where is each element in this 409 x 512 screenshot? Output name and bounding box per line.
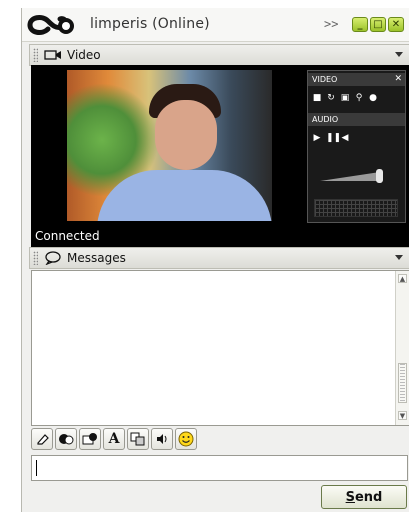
stamp-icon[interactable] [55, 428, 77, 450]
audio-controls-label: AUDIO [312, 115, 339, 124]
video-controls: VIDEO ✕ ■ ↻ ▣ ⚲ ● AUDIO ▶ ❚❚ ◀ [307, 70, 406, 223]
window-title: limperis (Online) [90, 16, 210, 32]
video-controls-header: VIDEO [308, 73, 405, 86]
eraser-icon[interactable] [31, 428, 53, 450]
expand-button[interactable]: >> [324, 17, 338, 31]
refresh-icon[interactable]: ↻ [326, 93, 336, 103]
title-bar: limperis (Online) >> _ □ ✕ [22, 8, 409, 42]
message-input[interactable] [31, 455, 408, 481]
audio-buttons-row: ▶ ❚❚ ◀ [312, 133, 350, 143]
video-controls-label: VIDEO [312, 75, 338, 84]
volume-slider[interactable] [318, 169, 388, 183]
drag-grip-icon[interactable] [33, 48, 38, 62]
connection-status: Connected [35, 229, 100, 243]
font-icon-glyph: A [108, 431, 120, 447]
pause-icon[interactable]: ❚❚ [326, 133, 341, 143]
video-camera-icon [44, 50, 61, 60]
stop-icon[interactable]: ■ [312, 93, 322, 103]
snapshot-icon[interactable]: ▣ [340, 93, 350, 103]
whiteboard-icon[interactable] [79, 428, 101, 450]
close-button[interactable]: ✕ [388, 17, 404, 32]
font-icon[interactable]: A [103, 428, 125, 450]
logo-icon [27, 15, 74, 35]
minimize-button[interactable]: _ [352, 17, 368, 32]
chevron-down-icon[interactable] [395, 52, 403, 57]
text-caret [36, 460, 37, 476]
video-buttons-row: ■ ↻ ▣ ⚲ ● [312, 93, 378, 103]
speech-bubble-icon [45, 251, 61, 265]
message-toolbar: A [31, 428, 197, 450]
message-scrollbar[interactable]: ▲ ▼ [395, 271, 409, 425]
drag-grip-icon[interactable] [33, 251, 38, 265]
emoticon-icon[interactable] [175, 428, 197, 450]
chat-window: limperis (Online) >> _ □ ✕ Video Connect… [21, 8, 409, 512]
audio-level-meter [314, 199, 398, 217]
scroll-up-icon[interactable]: ▲ [398, 274, 407, 283]
file-transfer-icon[interactable] [127, 428, 149, 450]
send-button-label: end [354, 489, 383, 505]
chevron-down-icon[interactable] [395, 255, 403, 260]
messages-section-label: Messages [67, 251, 126, 265]
messages-section-header[interactable]: Messages [29, 247, 409, 269]
send-button-accesskey: S [345, 489, 355, 505]
controls-close-icon[interactable]: ✕ [394, 73, 402, 86]
video-section-label: Video [67, 48, 101, 62]
video-feed [67, 70, 272, 221]
send-button[interactable]: Send [321, 485, 407, 509]
speaker-icon[interactable]: ◀ [340, 133, 350, 143]
maximize-button[interactable]: □ [370, 17, 386, 32]
video-subject-shirt [97, 170, 272, 221]
message-history[interactable]: ▲ ▼ [31, 270, 409, 426]
video-panel: Connected VIDEO ✕ ■ ↻ ▣ ⚲ ● AUDIO ▶ ❚❚ ◀ [31, 65, 409, 247]
video-subject-face [155, 100, 217, 170]
zoom-icon[interactable]: ⚲ [354, 93, 364, 103]
video-section-header[interactable]: Video [29, 44, 409, 66]
audio-controls-header: AUDIO [308, 113, 405, 126]
sound-icon[interactable] [151, 428, 173, 450]
scroll-down-icon[interactable]: ▼ [398, 411, 407, 420]
record-icon[interactable]: ● [368, 93, 378, 103]
play-icon[interactable]: ▶ [312, 133, 322, 143]
scroll-thumb[interactable] [398, 363, 407, 403]
